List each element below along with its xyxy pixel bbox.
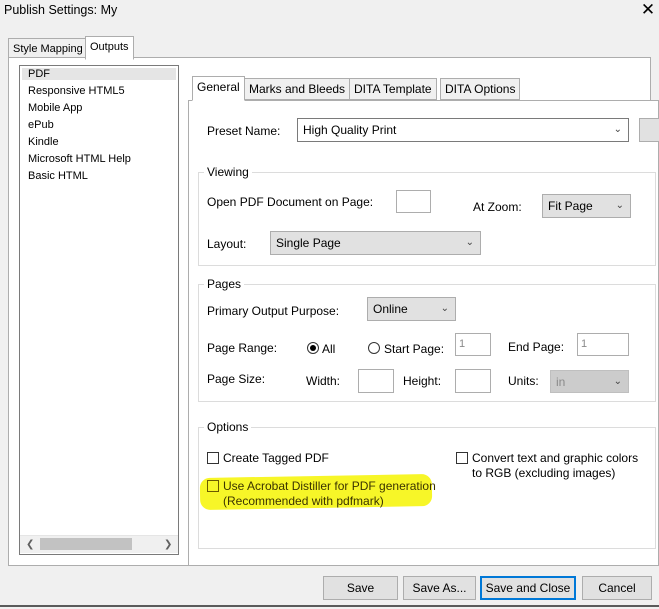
tab-dita-options[interactable]: DITA Options bbox=[440, 78, 521, 100]
layout-select[interactable]: Single Page ⌄ bbox=[270, 231, 481, 255]
viewing-group-title: Viewing bbox=[204, 165, 252, 179]
output-purpose-select[interactable]: Online ⌄ bbox=[367, 297, 456, 321]
use-acrobat-distiller-checkbox[interactable] bbox=[207, 480, 219, 492]
preset-name-value: High Quality Print bbox=[303, 123, 397, 137]
list-item-microsoft-html-help[interactable]: Microsoft HTML Help bbox=[28, 153, 131, 165]
scroll-right-icon[interactable]: ❯ bbox=[164, 539, 172, 550]
layout-value: Single Page bbox=[276, 236, 341, 250]
chevron-down-icon: ⌄ bbox=[440, 303, 449, 314]
units-label: Units: bbox=[508, 374, 539, 388]
width-label: Width: bbox=[306, 374, 341, 388]
list-item-kindle[interactable]: Kindle bbox=[28, 136, 59, 148]
close-icon[interactable]: ✕ bbox=[639, 0, 657, 20]
save-and-close-button[interactable]: Save and Close bbox=[480, 576, 576, 600]
window-title: Publish Settings: My bbox=[4, 3, 118, 17]
outputs-list[interactable]: PDF Responsive HTML5 Mobile App ePub Kin… bbox=[19, 65, 179, 555]
chevron-down-icon: ⌄ bbox=[615, 200, 624, 211]
list-item-pdf[interactable]: PDF bbox=[22, 68, 176, 80]
radio-start-page[interactable] bbox=[368, 342, 380, 354]
scrollbar-thumb[interactable] bbox=[40, 538, 132, 550]
tab-marks-and-bleeds[interactable]: Marks and Bleeds bbox=[244, 78, 351, 100]
preset-name-label: Preset Name: bbox=[207, 124, 281, 138]
at-zoom-select[interactable]: Fit Page ⌄ bbox=[542, 194, 631, 218]
tab-general[interactable]: General bbox=[192, 76, 245, 101]
layout-label: Layout: bbox=[207, 237, 247, 251]
output-purpose-value: Online bbox=[373, 302, 408, 316]
end-page-input[interactable]: 1 bbox=[577, 333, 629, 356]
end-page-label: End Page: bbox=[508, 340, 565, 354]
chevron-down-icon: ⌄ bbox=[465, 237, 474, 248]
use-acrobat-distiller-label-line1: Use Acrobat Distiller for PDF generation bbox=[223, 479, 436, 493]
options-group-title: Options bbox=[204, 420, 252, 434]
list-item-basic-html[interactable]: Basic HTML bbox=[28, 170, 88, 182]
pages-group-title: Pages bbox=[204, 277, 245, 291]
page-size-label: Page Size: bbox=[207, 372, 266, 386]
list-item-epub[interactable]: ePub bbox=[28, 119, 54, 131]
convert-rgb-label-line2: to RGB (excluding images) bbox=[472, 466, 616, 480]
scroll-left-icon[interactable]: ❮ bbox=[26, 539, 34, 550]
create-tagged-pdf-label: Create Tagged PDF bbox=[223, 451, 329, 465]
convert-rgb-label-line1: Convert text and graphic colors bbox=[472, 451, 639, 465]
use-acrobat-distiller-label-line2: (Recommended with pdfmark) bbox=[223, 494, 384, 508]
convert-rgb-checkbox[interactable] bbox=[456, 452, 468, 464]
tab-outputs[interactable]: Outputs bbox=[85, 36, 134, 60]
at-zoom-value: Fit Page bbox=[548, 199, 593, 213]
chevron-down-icon: ⌄ bbox=[613, 124, 622, 135]
list-item-responsive-html5[interactable]: Responsive HTML5 bbox=[28, 85, 125, 97]
height-input[interactable] bbox=[455, 369, 491, 393]
tab-style-mapping[interactable]: Style Mapping bbox=[8, 38, 88, 59]
primary-output-purpose-label: Primary Output Purpose: bbox=[207, 304, 340, 318]
create-tagged-pdf-checkbox[interactable] bbox=[207, 452, 219, 464]
cancel-button[interactable]: Cancel bbox=[582, 576, 652, 600]
page-range-label: Page Range: bbox=[207, 341, 278, 355]
preset-options-button[interactable] bbox=[639, 118, 659, 142]
tab-dita-template[interactable]: DITA Template bbox=[349, 78, 437, 100]
save-as-button[interactable]: Save As... bbox=[403, 576, 476, 600]
radio-all-label: All bbox=[322, 342, 336, 356]
radio-all[interactable] bbox=[307, 342, 319, 354]
units-value: in bbox=[556, 375, 566, 389]
radio-start-page-label: Start Page: bbox=[384, 342, 445, 356]
width-input[interactable] bbox=[358, 369, 394, 393]
chevron-down-icon: ⌄ bbox=[613, 376, 622, 387]
units-select[interactable]: in ⌄ bbox=[550, 370, 629, 393]
height-label: Height: bbox=[403, 374, 442, 388]
list-item-mobile-app[interactable]: Mobile App bbox=[28, 102, 82, 114]
at-zoom-label: At Zoom: bbox=[473, 200, 522, 214]
save-button[interactable]: Save bbox=[323, 576, 398, 600]
open-on-page-input[interactable] bbox=[396, 190, 431, 213]
open-on-page-label: Open PDF Document on Page: bbox=[207, 195, 374, 209]
divider bbox=[0, 605, 659, 607]
preset-name-select[interactable]: High Quality Print ⌄ bbox=[297, 118, 629, 142]
start-page-input[interactable]: 1 bbox=[455, 333, 491, 356]
